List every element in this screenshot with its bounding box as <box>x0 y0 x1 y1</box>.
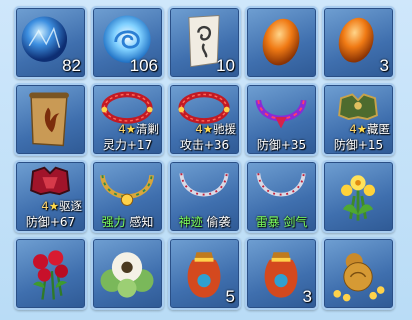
red-roses-icon <box>33 250 68 300</box>
item-stat: 强力 感知 <box>101 215 154 229</box>
inventory-slot[interactable]: 5 <box>168 237 241 310</box>
item-tier-tag: 4★清剿 <box>118 122 159 136</box>
item-quantity: 5 <box>225 287 235 306</box>
item-stat: 雷暴 剑气 <box>255 215 308 229</box>
orange-egg-icon <box>262 18 300 66</box>
inventory-slot[interactable]: 106 <box>91 6 164 79</box>
item-stat: 灵力+17 <box>102 138 153 152</box>
inventory-slot[interactable]: 3 <box>245 237 318 310</box>
item-stat: 防御+15 <box>333 138 384 152</box>
inventory-slot[interactable] <box>14 237 87 310</box>
item-stat: 防御+67 <box>25 215 76 229</box>
white-flower-icon <box>100 252 154 298</box>
inventory-slot[interactable] <box>91 237 164 310</box>
item-stat: 神迹 偷袭 <box>178 215 231 229</box>
inventory-slot[interactable]: 防御+35 <box>245 83 318 156</box>
item-quantity: 3 <box>302 287 312 306</box>
inventory-slot[interactable]: 82 <box>14 6 87 79</box>
inventory-slot[interactable] <box>322 237 395 310</box>
item-quantity: 3 <box>379 56 389 75</box>
inventory-slot[interactable]: 4★驱逐 防御+67 <box>14 160 87 233</box>
item-quantity: 106 <box>129 56 158 75</box>
yellow-flower-icon <box>341 175 376 221</box>
item-tier-tag: 4★藏匿 <box>349 122 390 136</box>
inventory-slot[interactable]: 雷暴 剑气 <box>245 160 318 233</box>
inventory-slot[interactable]: 4★藏匿 防御+15 <box>322 83 395 156</box>
inventory-slot[interactable] <box>245 6 318 79</box>
item-quantity: 10 <box>216 56 235 75</box>
item-stat: 防御+35 <box>256 138 307 152</box>
inventory-grid: 82 106 10 3 4★清剿 灵力+17 4★驰援 攻击+36 防御+35 … <box>14 6 395 310</box>
inventory-slot[interactable]: 10 <box>168 6 241 79</box>
item-quantity: 82 <box>62 56 81 75</box>
inventory-slot[interactable]: 4★清剿 灵力+17 <box>91 83 164 156</box>
gourd-coins-icon <box>333 253 385 302</box>
inventory-slot[interactable] <box>322 160 395 233</box>
item-tier-tag: 4★驰援 <box>195 122 236 136</box>
item-tier-tag: 4★驱逐 <box>41 199 82 213</box>
inventory-slot[interactable]: 4★驰援 攻击+36 <box>168 83 241 156</box>
inventory-slot[interactable]: 神迹 偷袭 <box>168 160 241 233</box>
inventory-slot[interactable]: 3 <box>322 6 395 79</box>
flame-scroll-icon <box>29 92 69 147</box>
item-stat: 攻击+36 <box>179 138 230 152</box>
inventory-slot[interactable] <box>14 83 87 156</box>
inventory-slot[interactable]: 强力 感知 <box>91 160 164 233</box>
